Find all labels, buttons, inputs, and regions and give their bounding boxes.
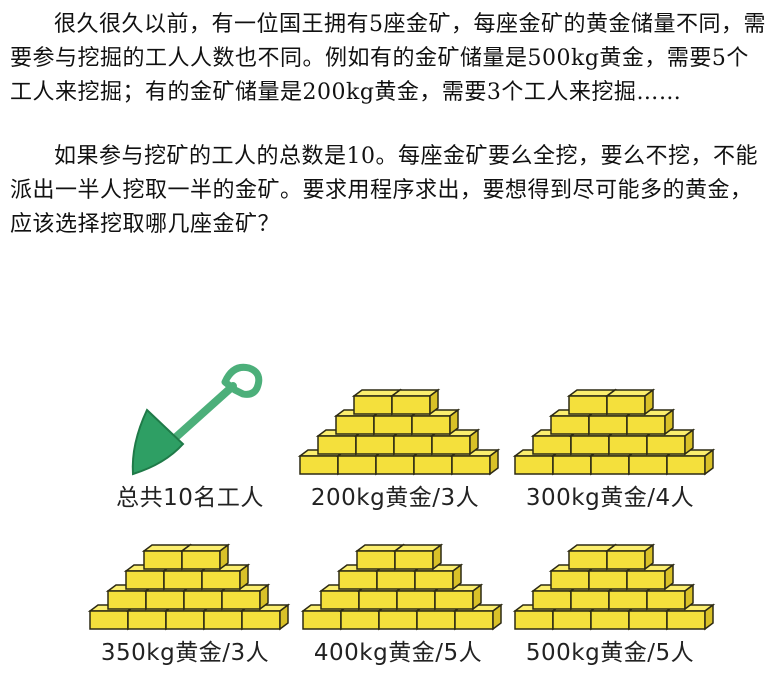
gold-mine-illustration: 总共10名工人 200kg黄金/3人 300kg黄金/4人 350kg黄金/3人… [0,340,772,674]
workers-tile: 总共10名工人 [75,360,305,520]
gold-mine-5: 500kg黄金/5人 [495,515,725,675]
gold-bar [392,543,444,571]
gold-mine-4: 400kg黄金/5人 [283,515,513,675]
gold-bars-icon [512,543,716,631]
shovel-icon [131,363,263,476]
gold-mine-caption: 400kg黄金/5人 [313,640,483,666]
workers-caption: 总共10名工人 [116,485,264,511]
gold-bar [604,388,656,416]
gold-mine-caption: 350kg黄金/3人 [100,640,270,666]
gold-mine-1: 200kg黄金/3人 [280,360,510,520]
gold-mine-2: 300kg黄金/4人 [495,360,725,520]
gold-mine-caption: 500kg黄金/5人 [525,640,695,666]
paragraph-question: 如果参与挖矿的工人的总数是10。每座金矿要么全挖，要么不挖，不能派出一半人挖取一… [10,144,758,237]
gold-bar [389,388,441,416]
gold-bars-icon [300,543,504,631]
paragraph-story: 很久很久以前，有一位国王拥有5座金矿，每座金矿的黄金储量不同，需要参与挖掘的工人… [10,12,766,105]
gold-bars-icon [512,388,716,476]
problem-text: 很久很久以前，有一位国王拥有5座金矿，每座金矿的黄金储量不同，需要参与挖掘的工人… [10,8,770,242]
gold-bars-icon [297,388,501,476]
gold-mine-3: 350kg黄金/3人 [70,515,300,675]
gold-bars-icon [87,543,291,631]
gold-mine-caption: 200kg黄金/3人 [310,485,480,511]
gold-bar [604,543,656,571]
gold-mine-caption: 300kg黄金/4人 [525,485,695,511]
gold-bar [179,543,231,571]
